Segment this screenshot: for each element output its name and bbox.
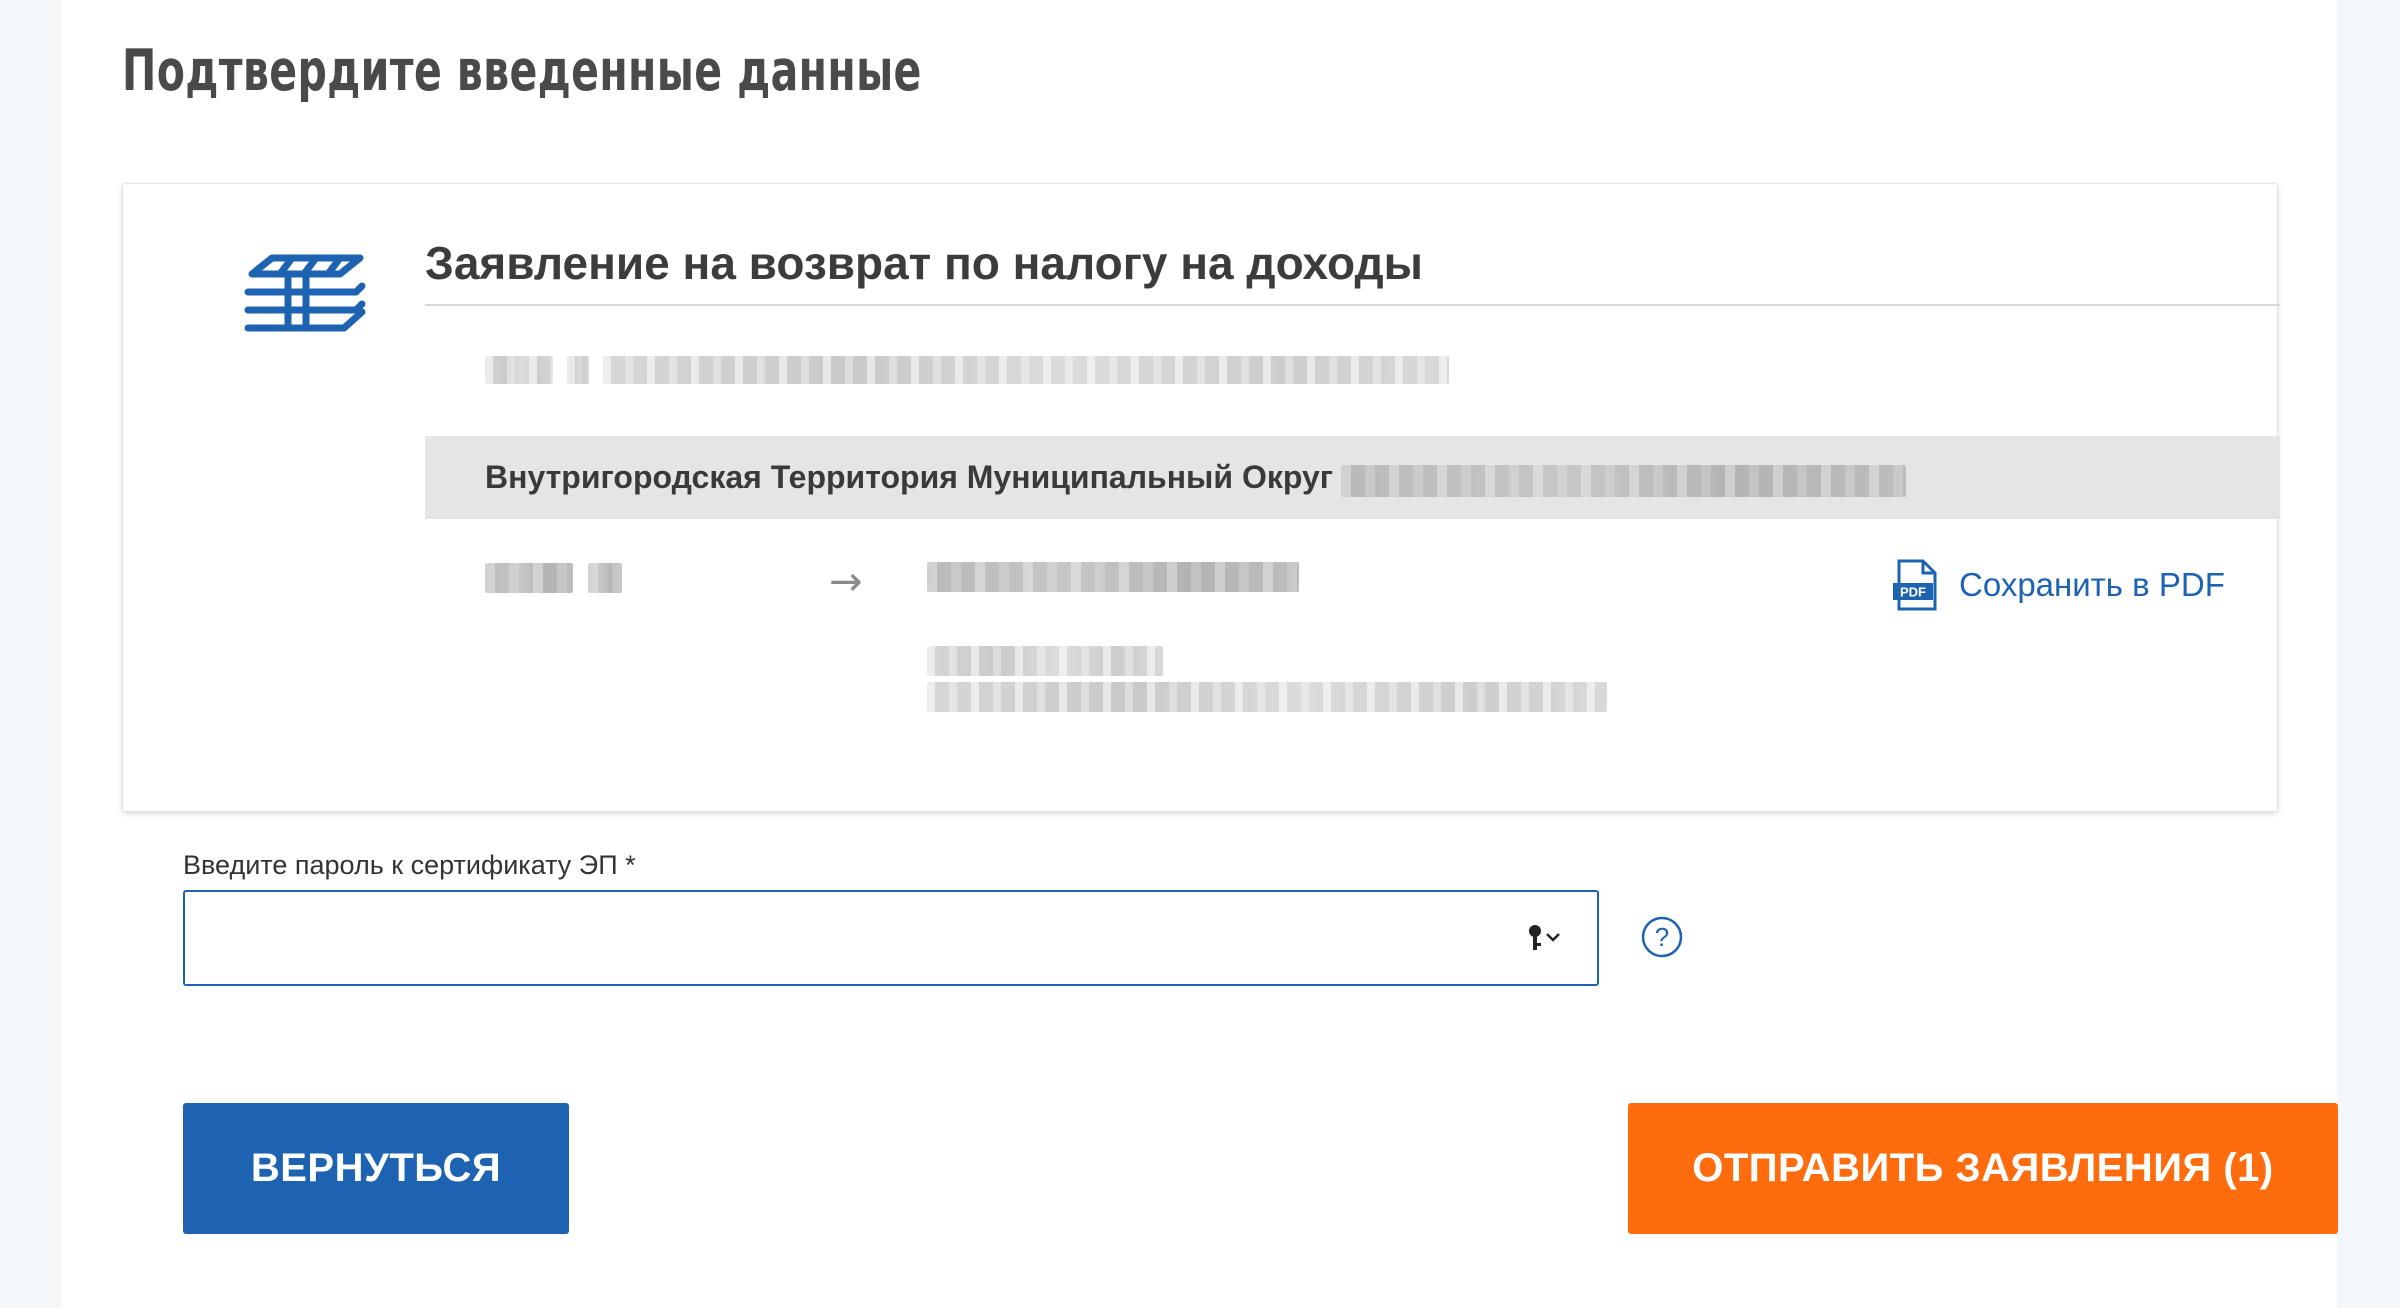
password-field: [183, 890, 1599, 986]
page-container: Подтвердите введенные данные Заявление н…: [61, 0, 2338, 1308]
svg-text:PDF: PDF: [1900, 585, 1926, 600]
svg-text:?: ?: [1655, 922, 1669, 952]
building-icon: [244, 254, 366, 332]
redacted-text: [603, 356, 1449, 384]
territory-label: Внутригородская Территория Муниципальный…: [485, 459, 1334, 495]
arrow-right-icon: →: [829, 559, 863, 605]
redacted-text: [485, 356, 553, 384]
page-title: Подтвердите введенные данные: [122, 38, 922, 104]
redacted-text: [588, 563, 622, 593]
password-input[interactable]: [185, 892, 1525, 984]
redacted-text: [567, 356, 589, 384]
redacted-text: [927, 682, 1607, 712]
save-pdf-label: Сохранить в PDF: [1959, 566, 2225, 603]
redacted-text: [485, 563, 573, 593]
question-circle-icon[interactable]: ?: [1641, 916, 1683, 958]
key-dropdown-icon[interactable]: [1525, 922, 1565, 954]
pdf-file-icon: PDF: [1893, 559, 1937, 611]
back-button[interactable]: ВЕРНУТЬСЯ: [183, 1103, 569, 1234]
save-pdf-link[interactable]: PDF Сохранить в PDF: [1893, 559, 2225, 611]
redacted-text: [927, 646, 1163, 676]
application-title: Заявление на возврат по налогу на доходы: [425, 237, 1423, 289]
redacted-text: [1341, 465, 1906, 497]
password-field-label: Введите пароль к сертификату ЭП *: [183, 850, 636, 880]
submit-applications-button[interactable]: ОТПРАВИТЬ ЗАЯВЛЕНИЯ (1): [1628, 1103, 2338, 1234]
redacted-text: [927, 562, 1299, 592]
application-card: Заявление на возврат по налогу на доходы…: [122, 183, 2280, 812]
title-divider: [425, 304, 2280, 306]
